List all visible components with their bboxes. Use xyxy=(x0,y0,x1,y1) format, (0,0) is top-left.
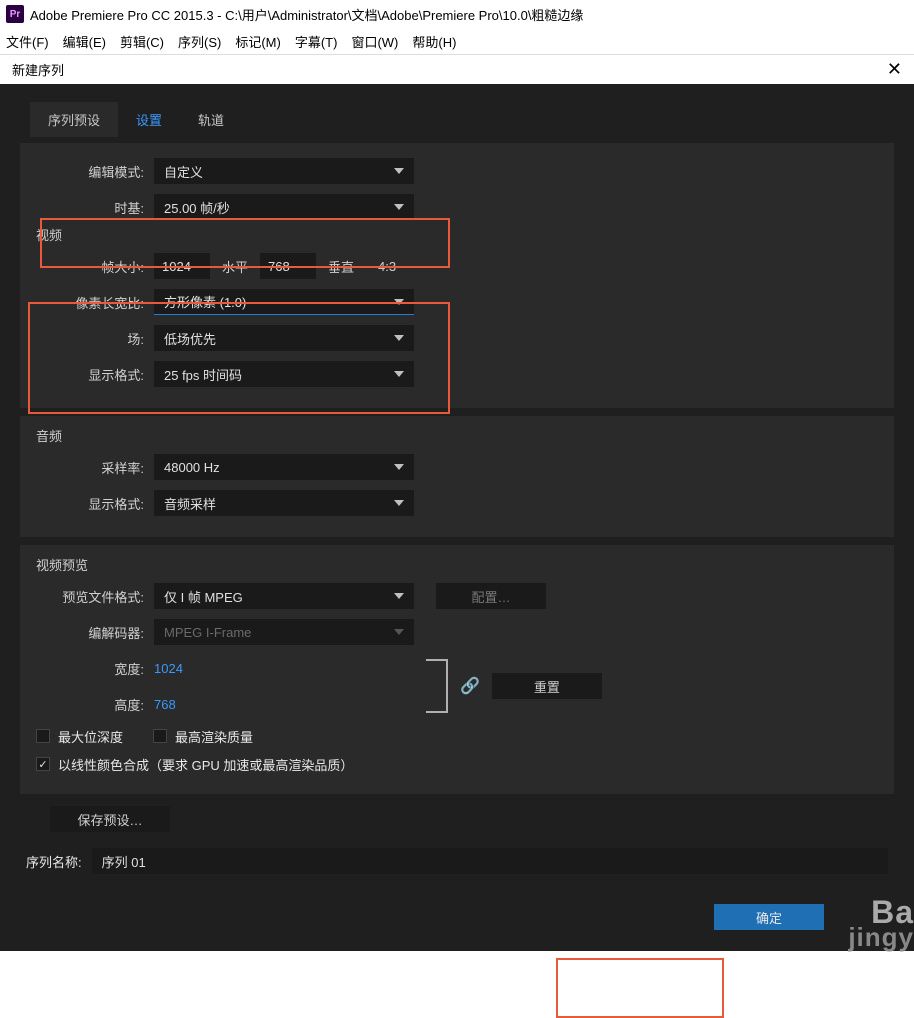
par-dropdown[interactable]: 方形像素 (1.0) xyxy=(154,289,414,315)
aspect-ratio: 4:3 xyxy=(366,259,396,274)
max-render-quality-checkbox[interactable] xyxy=(153,729,167,743)
sequence-name-input[interactable]: 序列 01 xyxy=(92,848,888,874)
sequence-name-label: 序列名称: xyxy=(26,852,82,871)
menubar: 文件(F) 编辑(E) 剪辑(C) 序列(S) 标记(M) 字幕(T) 窗口(W… xyxy=(0,28,914,54)
preview-height-value[interactable]: 768 xyxy=(154,697,176,712)
video-display-label: 显示格式: xyxy=(36,365,154,384)
frame-width-input[interactable]: 1024 xyxy=(154,253,210,279)
menu-marker[interactable]: 标记(M) xyxy=(235,32,281,51)
close-icon[interactable]: ✕ xyxy=(887,59,902,80)
menu-edit[interactable]: 编辑(E) xyxy=(63,32,106,51)
sample-rate-label: 采样率: xyxy=(36,458,154,477)
video-display-value: 25 fps 时间码 xyxy=(164,365,242,384)
chevron-down-icon xyxy=(394,464,404,470)
preview-height-label: 高度: xyxy=(36,695,154,714)
timebase-dropdown[interactable]: 25.00 帧/秒 xyxy=(154,194,414,220)
codec-value: MPEG I-Frame xyxy=(164,625,251,640)
tab-preset[interactable]: 序列预设 xyxy=(30,102,118,137)
chevron-down-icon xyxy=(394,371,404,377)
fields-value: 低场优先 xyxy=(164,329,216,348)
chevron-down-icon xyxy=(394,204,404,210)
link-icon[interactable]: 🔗 xyxy=(460,676,480,696)
ok-button[interactable]: 确定 xyxy=(714,904,824,930)
fields-label: 场: xyxy=(36,329,154,348)
par-label: 像素长宽比: xyxy=(36,293,154,312)
chevron-down-icon xyxy=(394,299,404,305)
preview-width-value[interactable]: 1024 xyxy=(154,661,183,676)
video-section-title: 视频 xyxy=(36,225,878,244)
chevron-down-icon xyxy=(394,629,404,635)
chevron-down-icon xyxy=(394,168,404,174)
linear-color-label: 以线性颜色合成（要求 GPU 加速或最高渲染品质） xyxy=(58,755,353,774)
preview-fmt-dropdown[interactable]: 仅 I 帧 MPEG xyxy=(154,583,414,609)
link-bracket xyxy=(426,659,448,713)
menu-title[interactable]: 字幕(T) xyxy=(295,32,338,51)
audio-section-title: 音频 xyxy=(36,426,878,445)
edit-mode-label: 编辑模式: xyxy=(36,162,154,181)
frame-size-label: 帧大小: xyxy=(36,257,154,276)
chevron-down-icon xyxy=(394,593,404,599)
timebase-label: 时基: xyxy=(36,198,154,217)
timebase-value: 25.00 帧/秒 xyxy=(164,198,230,217)
horizontal-label: 水平 xyxy=(210,257,260,276)
preview-fmt-label: 预览文件格式: xyxy=(36,587,154,606)
config-button[interactable]: 配置… xyxy=(436,583,546,609)
menu-window[interactable]: 窗口(W) xyxy=(351,32,398,51)
linear-color-checkbox[interactable]: ✓ xyxy=(36,757,50,771)
max-bit-depth-label: 最大位深度 xyxy=(58,727,123,746)
app-icon: Pr xyxy=(6,5,24,23)
tab-settings[interactable]: 设置 xyxy=(118,102,180,137)
codec-label: 编解码器: xyxy=(36,623,154,642)
window-title: Adobe Premiere Pro CC 2015.3 - C:\用户\Adm… xyxy=(30,5,583,24)
frame-height-input[interactable]: 768 xyxy=(260,253,316,279)
par-value: 方形像素 (1.0) xyxy=(164,292,246,311)
audio-display-label: 显示格式: xyxy=(36,494,154,513)
max-render-quality-label: 最高渲染质量 xyxy=(175,727,253,746)
menu-help[interactable]: 帮助(H) xyxy=(412,32,456,51)
max-bit-depth-checkbox[interactable] xyxy=(36,729,50,743)
highlight-ok-button xyxy=(556,958,724,1018)
preview-fmt-value: 仅 I 帧 MPEG xyxy=(164,587,243,606)
preview-width-label: 宽度: xyxy=(36,659,154,678)
tab-tracks[interactable]: 轨道 xyxy=(180,102,242,137)
panel-audio: 音频 采样率: 48000 Hz 显示格式: 音频采样 xyxy=(20,416,894,537)
save-preset-button[interactable]: 保存预设… xyxy=(50,806,170,832)
audio-display-dropdown[interactable]: 音频采样 xyxy=(154,490,414,516)
chevron-down-icon xyxy=(394,335,404,341)
menu-clip[interactable]: 剪辑(C) xyxy=(120,32,164,51)
audio-display-value: 音频采样 xyxy=(164,494,216,513)
reset-button[interactable]: 重置 xyxy=(492,673,602,699)
sample-rate-value: 48000 Hz xyxy=(164,460,220,475)
video-display-dropdown[interactable]: 25 fps 时间码 xyxy=(154,361,414,387)
vertical-label: 垂直 xyxy=(316,257,366,276)
edit-mode-value: 自定义 xyxy=(164,162,203,181)
dialog-body: 序列预设 设置 轨道 编辑模式: 自定义 时基: 25.00 帧/秒 视频 xyxy=(0,84,914,951)
titlebar: Pr Adobe Premiere Pro CC 2015.3 - C:\用户\… xyxy=(0,0,914,28)
chevron-down-icon xyxy=(394,500,404,506)
panel-main: 编辑模式: 自定义 时基: 25.00 帧/秒 视频 帧大小: 1024 水平 … xyxy=(20,143,894,408)
dialog-title: 新建序列 xyxy=(12,60,64,79)
dialog-header: 新建序列 ✕ xyxy=(0,54,914,84)
preview-section-title: 视频预览 xyxy=(36,555,878,574)
panel-preview: 视频预览 预览文件格式: 仅 I 帧 MPEG 配置… 编解码器: MPEG I… xyxy=(20,545,894,794)
menu-file[interactable]: 文件(F) xyxy=(6,32,49,51)
tabs: 序列预设 设置 轨道 xyxy=(8,102,906,137)
codec-dropdown: MPEG I-Frame xyxy=(154,619,414,645)
edit-mode-dropdown[interactable]: 自定义 xyxy=(154,158,414,184)
fields-dropdown[interactable]: 低场优先 xyxy=(154,325,414,351)
menu-sequence[interactable]: 序列(S) xyxy=(178,32,221,51)
sample-rate-dropdown[interactable]: 48000 Hz xyxy=(154,454,414,480)
